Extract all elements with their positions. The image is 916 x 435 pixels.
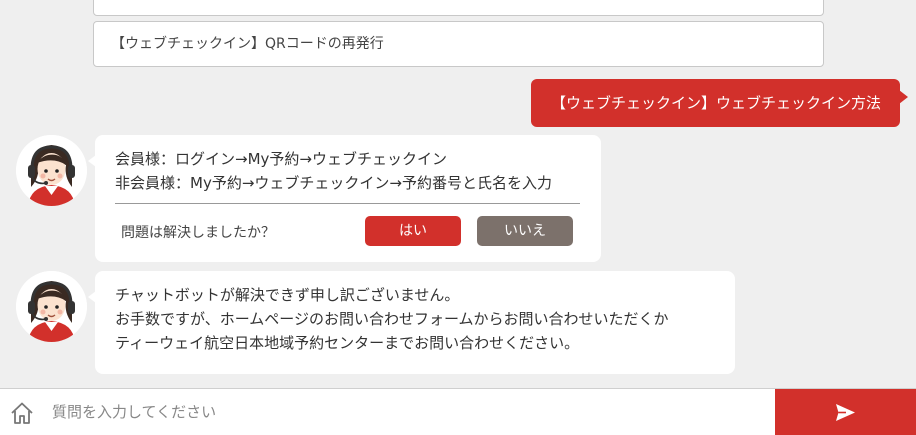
chat-log: 【ウェブチェックイン】ウェブチェックイン方法を選択する 【ウェブチェックイン】Q…: [0, 0, 916, 388]
no-button[interactable]: いいえ: [477, 216, 573, 246]
question-input[interactable]: [44, 389, 772, 435]
message-line: チャットボットが解決できず申し訳ございません。: [115, 286, 460, 304]
chat-input-bar: [0, 388, 916, 435]
message-line: 会員様：ログイン→My予約→ウェブチェックイン: [115, 150, 447, 168]
bot-message-bubble: チャットボットが解決できず申し訳ございません。 お手数ですが、ホームページのお問…: [88, 271, 735, 374]
send-icon: [836, 404, 855, 421]
suggestion-button[interactable]: 【ウェブチェックイン】ウェブチェックイン方法を選択する: [93, 0, 824, 16]
agent-avatar: [16, 135, 87, 206]
home-icon[interactable]: [9, 400, 35, 426]
divider: [115, 203, 580, 204]
message-line: 非会員様：My予約→ウェブチェックイン→予約番号と氏名を入力: [115, 174, 552, 192]
message-line: お手数ですが、ホームページのお問い合わせフォームからお問い合わせいただくか: [115, 310, 669, 328]
send-button[interactable]: [775, 389, 916, 435]
bot-message-text: チャットボットが解決できず申し訳ございません。 お手数ですが、ホームページのお問…: [115, 283, 669, 355]
feedback-question: 問題は解決しましたか？: [121, 225, 275, 241]
suggestion-button[interactable]: 【ウェブチェックイン】QRコードの再発行: [93, 21, 824, 67]
agent-avatar: [16, 271, 87, 342]
bot-message-bubble: 会員様：ログイン→My予約→ウェブチェックイン 非会員様：My予約→ウェブチェッ…: [88, 135, 601, 262]
message-line: ティーウェイ航空日本地域予約センターまでお問い合わせください。: [115, 334, 580, 352]
bot-message-text: 会員様：ログイン→My予約→ウェブチェックイン 非会員様：My予約→ウェブチェッ…: [115, 147, 552, 195]
user-message-bubble: 【ウェブチェックイン】ウェブチェックイン方法: [530, 79, 909, 127]
yes-button[interactable]: はい: [365, 216, 461, 246]
